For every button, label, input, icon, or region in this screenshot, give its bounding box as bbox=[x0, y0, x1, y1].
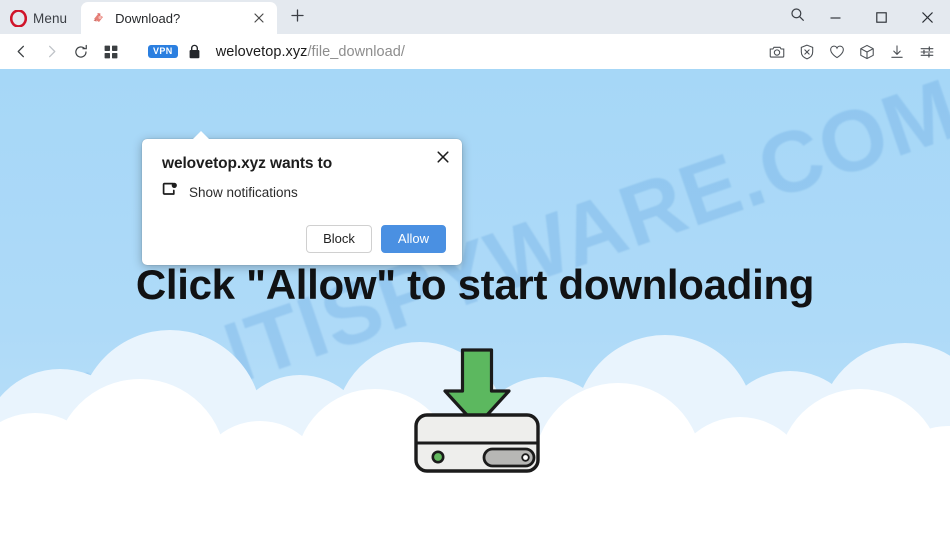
shield-x-icon bbox=[800, 44, 814, 59]
notification-permission-dialog: welovetop.xyz wants to Show notification… bbox=[142, 131, 462, 265]
maximize-button[interactable] bbox=[858, 2, 904, 32]
dialog-actions: Block Allow bbox=[162, 225, 446, 253]
tab-close-button[interactable] bbox=[249, 8, 269, 28]
snapshot-button[interactable] bbox=[762, 38, 792, 66]
tab-title: Download? bbox=[115, 10, 181, 26]
sliders-icon bbox=[920, 45, 934, 58]
close-icon bbox=[921, 11, 933, 23]
url-domain: welovetop.xyz bbox=[215, 43, 308, 60]
minimize-button[interactable] bbox=[812, 2, 858, 32]
favorites-button[interactable] bbox=[822, 38, 852, 66]
grid-icon bbox=[104, 45, 118, 58]
notification-icon bbox=[162, 182, 178, 203]
vpn-badge[interactable]: VPN bbox=[148, 45, 178, 58]
download-to-drive-icon bbox=[414, 348, 540, 473]
heart-icon bbox=[830, 45, 844, 58]
chevron-left-icon bbox=[17, 45, 24, 58]
page-content: MYANTISPYWARE.COM Click "Allow" to start… bbox=[0, 69, 950, 537]
extensions-button[interactable] bbox=[852, 38, 882, 66]
search-icon bbox=[790, 7, 805, 27]
close-window-button[interactable] bbox=[904, 2, 950, 32]
close-icon bbox=[437, 151, 449, 163]
download-icon bbox=[891, 44, 903, 58]
allow-button[interactable]: Allow bbox=[380, 225, 446, 253]
tab-search-button[interactable] bbox=[782, 3, 812, 31]
reload-icon bbox=[75, 44, 87, 58]
address-bar[interactable]: VPN welovetop.xyz/file_download/ bbox=[140, 38, 754, 66]
dialog-title: welovetop.xyz wants to bbox=[162, 155, 333, 172]
plus-icon bbox=[291, 9, 304, 27]
opera-menu-label: Menu bbox=[33, 10, 68, 26]
window-controls bbox=[782, 1, 950, 33]
ad-blocker-button[interactable] bbox=[792, 38, 822, 66]
permission-label: Show notifications bbox=[189, 185, 298, 200]
cube-icon bbox=[860, 44, 874, 59]
url-path: /file_download/ bbox=[307, 43, 405, 60]
url-text: welovetop.xyz/file_download/ bbox=[216, 44, 405, 60]
new-tab-button[interactable] bbox=[283, 4, 311, 32]
navigation-bar: VPN welovetop.xyz/file_download/ bbox=[0, 34, 950, 69]
lock-icon[interactable] bbox=[188, 44, 202, 59]
lock-icon-glyph bbox=[189, 44, 200, 59]
maximize-icon bbox=[875, 11, 887, 23]
downloads-button[interactable] bbox=[882, 38, 912, 66]
opera-menu-button[interactable]: Menu bbox=[2, 5, 77, 31]
forward-button[interactable] bbox=[36, 38, 66, 66]
title-bar: Menu Download? bbox=[0, 0, 950, 34]
reload-button[interactable] bbox=[66, 38, 96, 66]
page-title: Click "Allow" to start downloading bbox=[135, 261, 815, 308]
speed-dial-button[interactable] bbox=[96, 38, 126, 66]
block-button[interactable]: Block bbox=[306, 225, 372, 253]
dialog-pointer bbox=[192, 131, 210, 140]
opera-logo-icon bbox=[9, 8, 28, 28]
easy-setup-button[interactable] bbox=[912, 38, 942, 66]
tab-download[interactable]: Download? bbox=[81, 2, 278, 34]
permission-request-row: Show notifications bbox=[162, 182, 446, 203]
back-button[interactable] bbox=[6, 38, 36, 66]
dialog-close-button[interactable] bbox=[433, 147, 453, 167]
page-favicon bbox=[91, 10, 107, 26]
notification-icon-glyph bbox=[162, 182, 177, 195]
chevron-right-icon bbox=[48, 45, 55, 58]
camera-icon bbox=[769, 46, 785, 58]
browser-toolbar-right bbox=[762, 38, 942, 66]
minimize-icon bbox=[830, 16, 840, 19]
browser-window: Menu Download? VPN welovetop.xyz/file_do… bbox=[0, 0, 950, 537]
